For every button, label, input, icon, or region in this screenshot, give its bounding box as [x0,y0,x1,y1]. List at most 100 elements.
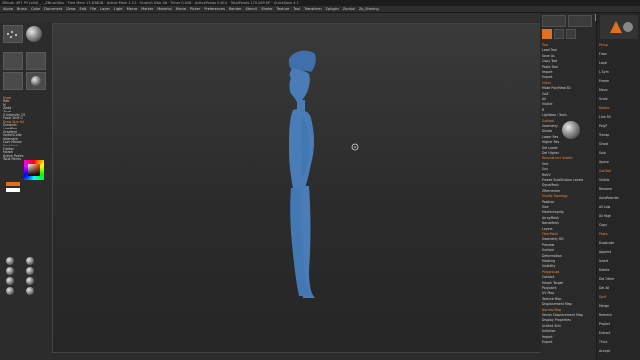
tool-palette-item-27[interactable]: ZRemesher [542,189,594,194]
tool-palette-item-42[interactable]: Polygroups [542,270,594,275]
tool-palette-item-43[interactable]: Contact [542,275,594,280]
subtool-palette-item-21[interactable]: Paste [599,232,639,241]
subtool-palette-item-16[interactable]: Rename [599,187,639,196]
material-sphere-6[interactable] [6,287,14,295]
tool-palette-item-14[interactable]: Subtool [542,119,594,124]
subtool-palette-item-17[interactable]: AutoReorder [599,196,639,205]
subtool-palette-item-20[interactable]: Copy [599,223,639,232]
subtool-palette-item-8[interactable]: Line Fill [599,115,639,124]
material-sphere-2[interactable] [6,267,14,275]
tool-palette-item-48[interactable]: Displacement Map [542,302,594,307]
subtool-palette-item-10[interactable]: Transp [599,133,639,142]
tool-palette-item-12[interactable]: R [542,108,594,113]
tool-palette-item-54[interactable]: Import [542,335,594,340]
tool-palette-item-55[interactable]: Export [542,340,594,345]
tool-palette-item-26[interactable]: DynaMesh [542,183,594,188]
tool-palette-item-16[interactable]: Divide [542,129,594,134]
canvas-viewport[interactable] [52,23,579,353]
tool-palette-item-44[interactable]: Morph Target [542,281,594,286]
material-sphere-4[interactable] [6,277,14,285]
menu-picker[interactable]: Picker [190,6,200,12]
tool-palette-item-1[interactable]: Load Tool [542,48,594,53]
subtool-palette-item-14[interactable]: SubTool [599,169,639,178]
tool-palette-item-37[interactable]: Preview [542,243,594,248]
tool-palette-item-49[interactable]: Normal Map [542,308,594,313]
material-thumbnail[interactable] [26,72,46,90]
subtool-palette-item-31[interactable]: Project [599,322,639,331]
menu-stencil[interactable]: Stencil [245,6,257,12]
tool-palette-item-17[interactable]: Lower Res [542,135,594,140]
subtool-palette-item-27[interactable]: Del All [599,286,639,295]
subtool-palette-item-2[interactable]: Local [599,61,639,70]
tool-palette-item-46[interactable]: UV Map [542,291,594,296]
subtool-palette-item-1[interactable]: Floor [599,52,639,61]
menu-marker[interactable]: Marker [141,6,153,12]
tool-palette-item-40[interactable]: Masking [542,259,594,264]
tool-palette-item-31[interactable]: MeshIntegrity [542,210,594,215]
tool-palette-item-24[interactable]: ReUV [542,173,594,178]
main-color-swatch[interactable] [6,182,20,186]
tool-palette-item-35[interactable]: FiberMesh [542,232,594,237]
menu-draw[interactable]: Draw [66,6,75,12]
menu-macro[interactable]: Macro [127,6,138,12]
tool-palette-item-4[interactable]: Paste Tool [542,65,594,70]
tool-palette-item-0[interactable]: Tool [542,43,594,48]
menu-transform[interactable]: Transform [304,6,321,12]
menu-texture[interactable]: Texture [276,6,289,12]
tool-palette-item-8[interactable]: Make PolyMesh3D [542,86,594,91]
menu-zscript[interactable]: Zscript [343,6,355,12]
subtool-palette-item-9[interactable]: PolyF [599,124,639,133]
material-sphere-icon[interactable] [26,26,42,42]
tool-palette-item-51[interactable]: Display Properties [542,318,594,323]
menu-document[interactable]: Document [44,6,62,12]
menu-brush[interactable]: Brush [17,6,27,12]
tool-palette-item-34[interactable]: Layers [542,227,594,232]
tool-palette-item-2[interactable]: Save As [542,54,594,59]
menu-render[interactable]: Render [229,6,241,12]
tool-palette-item-22[interactable]: Smt [542,162,594,167]
brush-thumbnail[interactable] [3,25,23,43]
color-picker[interactable] [24,160,44,180]
subtool-palette-item-26[interactable]: Del Other [599,277,639,286]
subtool-palette-item-13[interactable]: Xpose [599,160,639,169]
active-tool-thumbnail[interactable] [542,29,552,39]
subtool-palette-item-15[interactable]: Visible [599,178,639,187]
menu-light[interactable]: Light [114,6,123,12]
tool-palette-item-36[interactable]: Geometry HD [542,237,594,242]
menu-tool[interactable]: Tool [293,6,300,12]
menu-movie[interactable]: Movie [176,6,186,12]
tool-palette-item-33[interactable]: NanoMesh [542,221,594,226]
subtool-palette-item-34[interactable]: Accept [599,349,639,358]
save-as-button[interactable] [568,15,592,27]
menu-zp-sharing[interactable]: Zp_Sharing [359,6,379,12]
tool-palette-item-18[interactable]: Higher Res [542,140,594,145]
material-sphere-0[interactable] [6,257,14,265]
subtool-palette-item-12[interactable]: Solo [599,151,639,160]
tool-palette-item-52[interactable]: Unified Skin [542,324,594,329]
subtool-palette-item-5[interactable]: Move [599,88,639,97]
tool-palette-item-47[interactable]: Texture Map [542,297,594,302]
tool-thumbnail-2[interactable] [554,29,564,39]
material-sphere-7[interactable] [26,287,34,295]
tool-palette-item-53[interactable]: Initialize [542,329,594,334]
subtool-palette-item-7[interactable]: Rotate [599,106,639,115]
menu-color[interactable]: Color [31,6,40,12]
tool-palette-item-20[interactable]: Del Higher [542,151,594,156]
texture-thumbnail[interactable] [3,72,23,90]
subtool-palette-item-33[interactable]: Thick [599,340,639,349]
tool-palette-item-15[interactable]: Geometry [542,124,594,129]
tool-palette-item-9[interactable]: GoZ [542,92,594,97]
tool-palette-item-21[interactable]: Reconstruct Subdiv [542,156,594,161]
tool-palette-item-39[interactable]: Deformation [542,254,594,259]
tool-palette-item-10[interactable]: All [542,97,594,102]
tool-palette-item-28[interactable]: Modify Topology [542,194,594,199]
tool-palette-item-32[interactable]: ArrayMesh [542,216,594,221]
tool-palette-item-30[interactable]: Size [542,205,594,210]
subtool-palette-item-25[interactable]: Delete [599,268,639,277]
subtool-palette-item-11[interactable]: Ghost [599,142,639,151]
tool-palette-item-13[interactable]: Lightbox › Tools [542,113,594,118]
tool-thumbnail-3[interactable] [566,29,576,39]
tool-palette-item-38[interactable]: Surface [542,248,594,253]
subtool-palette-item-22[interactable]: Duplicate [599,241,639,250]
menu-alpha[interactable]: Alpha [3,6,13,12]
